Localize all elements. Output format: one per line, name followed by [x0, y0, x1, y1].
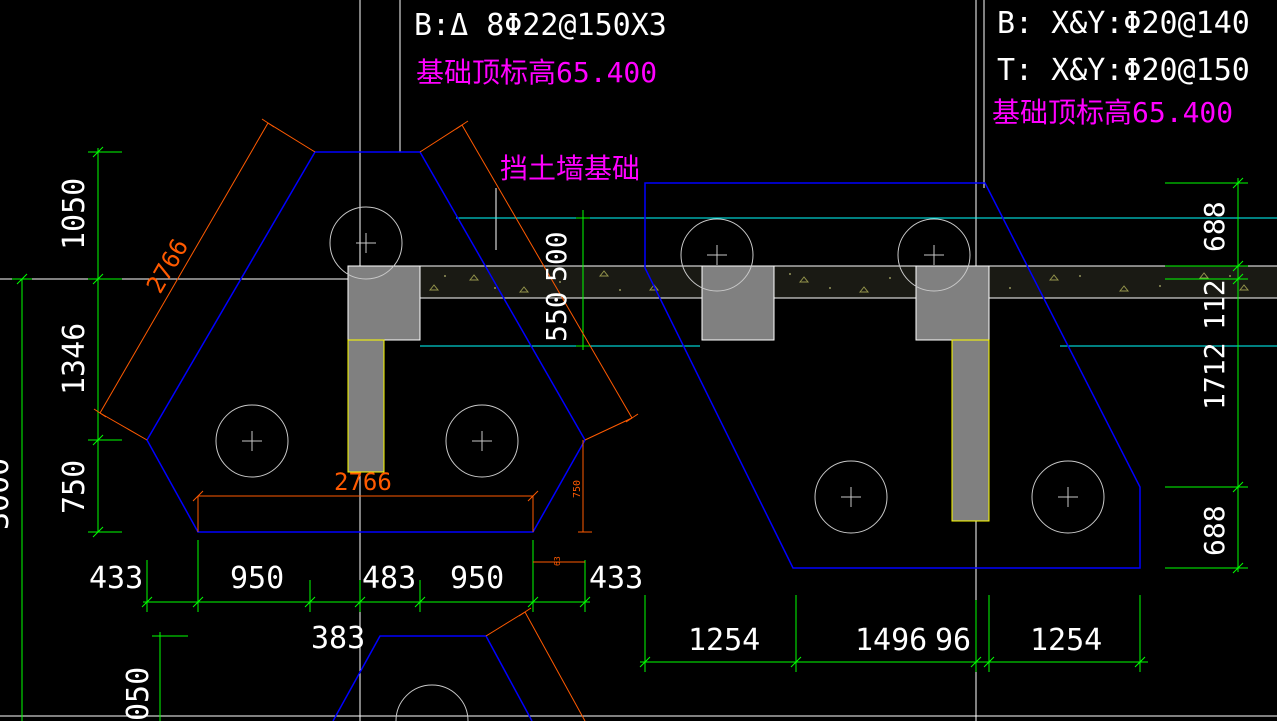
dim-left-1050: 1050	[57, 178, 92, 250]
column-right	[915, 265, 990, 341]
elevation-note-left: 基础顶标高65.400	[416, 56, 657, 89]
dim-triangle-side: 2766	[141, 234, 194, 298]
elevation-note-right: 基础顶标高65.400	[992, 96, 1233, 129]
dim-bottom-950-left: 950	[230, 561, 284, 596]
dim-bottom-433-left: 433	[89, 561, 143, 596]
dim-right-688-top: 688	[1198, 201, 1231, 252]
dim-below-383: 383	[311, 621, 365, 656]
wall-stem-right	[951, 339, 990, 522]
rebar-note-left: B:Δ 8Φ22@150X3	[414, 8, 667, 43]
dim-left-1346: 1346	[57, 323, 92, 395]
dim-br-96: 96	[935, 623, 971, 658]
pile	[215, 404, 289, 478]
dim-br-1254-right: 1254	[1030, 623, 1102, 658]
dim-center-500: 500	[540, 231, 573, 282]
wall-stem-left	[347, 339, 385, 473]
dim-triangle-base: 2766	[334, 468, 392, 496]
dim-right-688-bottom: 688	[1198, 505, 1231, 556]
pile	[445, 404, 519, 478]
dim-br-1254-left: 1254	[688, 623, 760, 658]
dim-far-left: 3000	[0, 458, 16, 530]
column-mid	[701, 265, 775, 341]
dim-left-750: 750	[57, 460, 92, 514]
dim-right-112: 112	[1198, 279, 1231, 330]
retaining-wall-label: 挡土墙基础	[500, 152, 640, 185]
dim-bottom-433-right: 433	[589, 561, 643, 596]
dim-bottom-483: 483	[362, 561, 416, 596]
cad-drawing-canvas[interactable]: B:Δ 8Φ22@150X3 基础顶标高65.400 B: X&Y:Φ20@14…	[0, 0, 1277, 721]
dim-br-1496: 1496	[855, 623, 927, 658]
dim-bottom-950-right: 950	[450, 561, 504, 596]
column-left	[347, 265, 421, 341]
dim-center-550: 550	[540, 291, 573, 342]
dim-small-750: 750	[572, 480, 583, 498]
rebar-note-bottom-right: B: X&Y:Φ20@140	[997, 6, 1250, 41]
wall-stems	[347, 339, 990, 522]
rebar-note-top-right: T: X&Y:Φ20@150	[997, 53, 1250, 88]
pile-cap-outline-right	[644, 182, 1141, 569]
pile	[814, 460, 888, 534]
pile	[1031, 460, 1105, 534]
dim-right-1712: 1712	[1198, 343, 1231, 410]
dim-bottom-left-partial: 050	[121, 667, 156, 721]
dim-small-63: 63	[553, 556, 562, 566]
